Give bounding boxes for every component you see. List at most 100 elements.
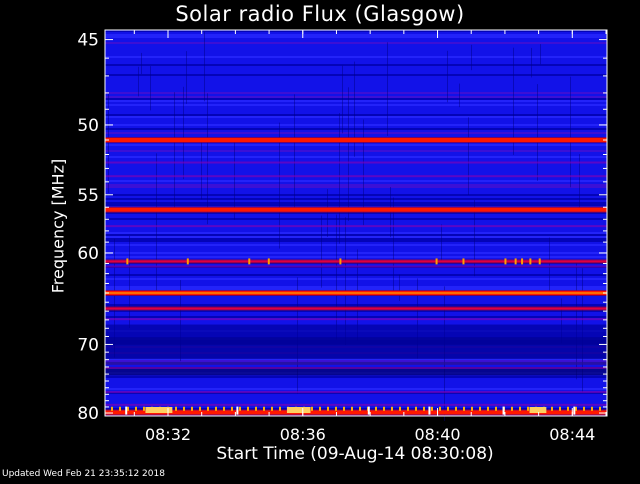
texture-column: [471, 44, 472, 71]
burst-segment: [529, 406, 547, 413]
interference-tick: [511, 406, 513, 411]
interference-tick: [559, 406, 561, 411]
texture-row: [105, 42, 607, 44]
texture-column: [108, 93, 109, 193]
interference-tick: [415, 406, 417, 411]
texture-row: [105, 100, 607, 102]
interference-tick: [135, 406, 137, 411]
emission-band-weak: [105, 225, 607, 228]
interference-tick: [223, 406, 225, 411]
texture-row: [105, 92, 607, 94]
texture-row: [105, 256, 607, 258]
texture-column: [399, 274, 400, 302]
texture-column: [201, 141, 202, 200]
interference-tick: [455, 406, 457, 411]
interference-tick: [471, 406, 473, 411]
emission-band-weak: [105, 161, 607, 164]
burst-speck: [248, 258, 251, 265]
texture-column: [336, 214, 337, 340]
texture-row: [105, 124, 607, 126]
interference-tick: [183, 406, 185, 411]
emission-band-peak: [105, 291, 607, 294]
burst-marker: [125, 406, 128, 415]
texture-row: [105, 252, 607, 254]
texture-row: [105, 150, 607, 152]
interference-tick: [439, 406, 441, 411]
emission-band-weak: [105, 265, 607, 268]
chart-title: Solar radio Flux (Glasgow): [175, 2, 465, 26]
spectrogram-chart: 45 50 55 60 70 80 08:32 08:36 08:40 08:44: [77, 29, 608, 444]
interference-tick: [527, 406, 529, 411]
x-tick-label: 08:44: [549, 425, 595, 444]
interference-tick: [519, 406, 521, 411]
burst-segment: [286, 406, 311, 413]
texture-column: [531, 47, 532, 78]
burst-speck: [538, 258, 541, 265]
texture-column: [342, 65, 343, 134]
x-axis-label: Start Time (09-Aug-14 08:30:08): [216, 444, 494, 464]
chart-stage: 45 50 55 60 70 80 08:32 08:36 08:40 08:44: [0, 0, 640, 480]
interference-tick: [359, 406, 361, 411]
texture-row: [105, 274, 607, 276]
texture-row: [105, 34, 607, 36]
interference-tick: [119, 406, 121, 411]
interference-tick: [551, 406, 553, 411]
texture-column: [156, 153, 157, 293]
texture-row: [105, 186, 607, 188]
dark-band: [105, 337, 607, 359]
texture-column: [459, 83, 460, 108]
texture-row: [105, 180, 607, 182]
texture-row: [105, 156, 607, 158]
y-tick-label: 60: [77, 244, 99, 264]
burst-marker: [573, 406, 576, 415]
y-tick-label: 70: [77, 335, 99, 355]
texture-row: [105, 240, 607, 242]
interference-tick: [279, 406, 281, 411]
interference-tick: [127, 406, 129, 411]
interference-tick: [199, 406, 201, 411]
burst-marker: [367, 406, 370, 415]
x-tick-label: 08:40: [414, 425, 460, 444]
interference-tick: [319, 406, 321, 411]
interference-tick: [599, 406, 601, 411]
texture-column: [348, 87, 349, 221]
texture-column: [441, 224, 442, 264]
y-tick-label: 45: [77, 31, 99, 51]
emission-band-weak: [105, 366, 607, 369]
texture-column: [468, 117, 469, 196]
interference-tick: [399, 406, 401, 411]
x-tick-label: 08:36: [280, 425, 326, 444]
y-tick-label: 55: [77, 186, 99, 206]
burst-speck: [126, 258, 129, 265]
texture-column: [150, 66, 151, 111]
texture-row: [105, 388, 607, 390]
burst-speck: [267, 258, 270, 265]
texture-row: [105, 132, 607, 134]
texture-row: [105, 236, 607, 238]
emission-band-weak: [105, 318, 607, 321]
texture-column: [387, 42, 388, 136]
interference-tick: [343, 406, 345, 411]
interference-tick: [351, 406, 353, 411]
texture-row: [105, 144, 607, 146]
burst-speck: [186, 258, 189, 265]
emission-band: [105, 260, 607, 263]
emission-band: [105, 207, 607, 212]
interference-tick: [423, 406, 425, 411]
texture-row: [105, 202, 607, 204]
texture-row: [105, 184, 607, 186]
texture-column: [129, 235, 130, 329]
interference-tick: [447, 406, 449, 411]
interference-tick: [407, 406, 409, 411]
interference-tick: [143, 406, 145, 411]
plot-area: [105, 30, 607, 421]
texture-row: [105, 128, 607, 130]
texture-row: [105, 238, 607, 240]
burst-speck: [529, 258, 532, 265]
texture-row: [105, 194, 607, 196]
interference-tick: [431, 406, 433, 411]
texture-row: [105, 218, 607, 220]
interference-tick: [567, 406, 569, 411]
interference-tick: [231, 406, 233, 411]
burst-speck: [435, 258, 438, 265]
